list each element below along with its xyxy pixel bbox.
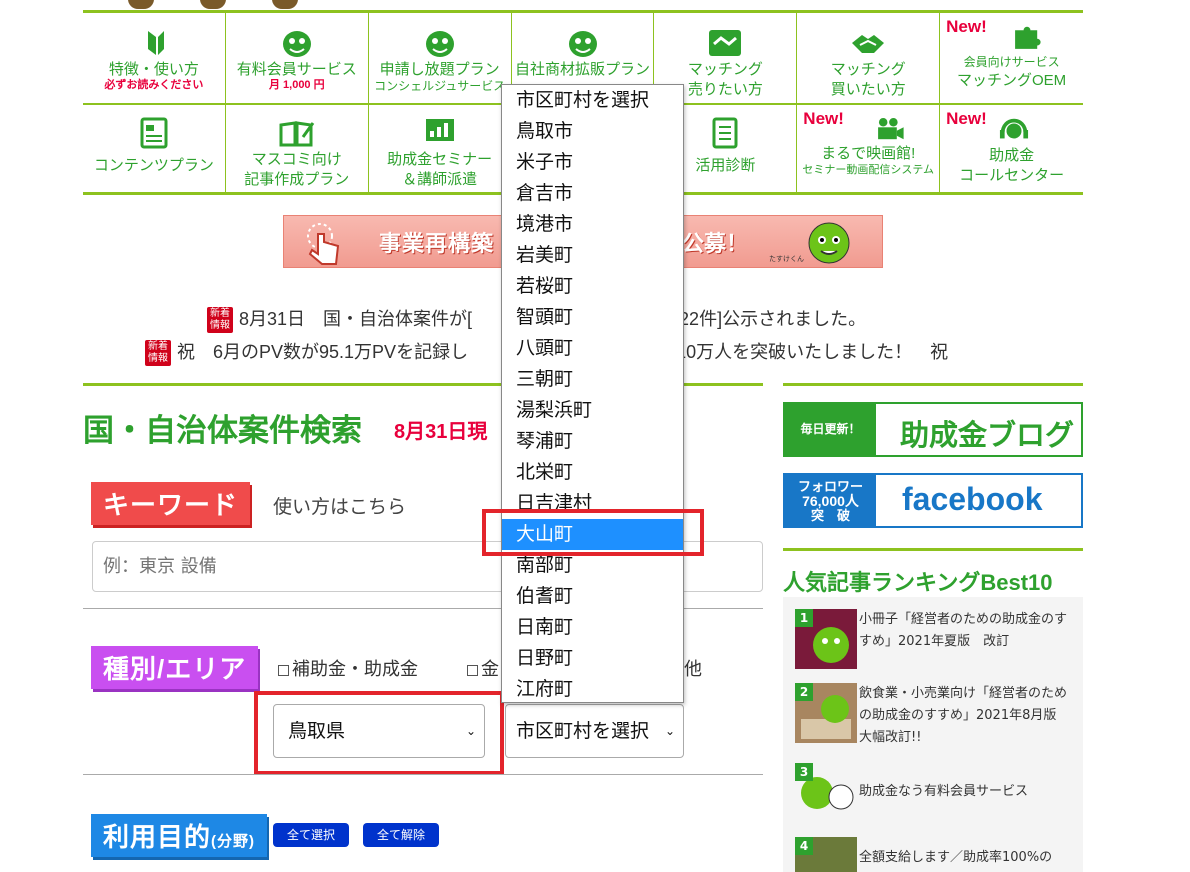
- dropdown-option[interactable]: 米子市: [502, 147, 683, 178]
- headset-icon: [1000, 118, 1029, 139]
- search-date: 8月31日現: [394, 421, 488, 443]
- nav-seminar[interactable]: 助成金セミナー ＆講師派遣: [369, 105, 512, 192]
- dropdown-option[interactable]: 日野町: [502, 643, 683, 674]
- municipality-select[interactable]: 市区町村を選択 ⌄: [505, 704, 684, 758]
- dropdown-option[interactable]: 境港市: [502, 209, 683, 240]
- leaf-icon: [147, 31, 164, 55]
- dropdown-option[interactable]: 八頭町: [502, 333, 683, 364]
- dropdown-option[interactable]: 琴浦町: [502, 426, 683, 457]
- page: 特徴・使い方 必ずお読みください 有料会員サービス 月 1,000 円 申請し放…: [0, 0, 1190, 872]
- new-badge: New!: [946, 17, 987, 36]
- search-title: 国・自治体案件検索: [83, 413, 362, 448]
- chevron-down-icon: ⌄: [664, 724, 675, 738]
- dropdown-option[interactable]: 市区町村を選択: [502, 85, 683, 116]
- nav-matching-oem[interactable]: New! 会員向けサービス マッチングOEM: [940, 13, 1083, 103]
- puzzle-icon: [1015, 26, 1041, 49]
- checkbox[interactable]: [278, 664, 289, 676]
- news-line-1[interactable]: 新着情報 8月31日 国・自治体案件が[案件が[22件]公示されました。: [207, 305, 1190, 334]
- handshake-icon: [852, 35, 885, 53]
- highlight-frame-prefecture: [254, 691, 504, 775]
- ranking-title: 人気記事ランキングBest10: [783, 570, 1053, 595]
- dropdown-option[interactable]: 鳥取市: [502, 116, 683, 147]
- banner-text-right: 公募！: [682, 231, 749, 256]
- sidebar-divider: [783, 548, 1083, 551]
- dropdown-option[interactable]: 若桜町: [502, 271, 683, 302]
- blog-link[interactable]: 毎日更新！ 助成金ブログ: [783, 402, 1083, 457]
- select-all-button[interactable]: 全て選択: [273, 823, 350, 847]
- nav-video-theater[interactable]: New! まるで映画館! セミナー動画配信システム: [797, 105, 941, 192]
- mascot-icon: [808, 222, 850, 264]
- nav-unlimited-plan[interactable]: 申請し放題プラン コンシェルジュサービス: [369, 13, 512, 103]
- new-info-badge: 新着情報: [145, 340, 171, 367]
- nav-features[interactable]: 特徴・使い方 必ずお読みください: [83, 13, 226, 103]
- handshake-icon: [709, 30, 742, 56]
- checklist-icon: [712, 117, 738, 149]
- video-camera-icon: [878, 117, 904, 140]
- document-icon: [140, 117, 168, 149]
- nav-media-article-plan[interactable]: マスコミ向け 記事作成プラン: [226, 105, 369, 192]
- ranking-list: 1 小冊子「経営者のための助成金のすすめ」2021年夏版 改訂 2 飲食業・小売…: [783, 597, 1083, 872]
- mascot-icon: [568, 31, 597, 57]
- purpose-label: 利用目的(分野): [91, 814, 268, 857]
- dropdown-option[interactable]: 倉吉市: [502, 178, 683, 209]
- new-badge: New!: [946, 109, 987, 128]
- mascot-icon: [425, 31, 454, 57]
- top-header-strip: [83, 0, 1083, 13]
- nav-matching-buy[interactable]: マッチング 買いたい方: [797, 13, 941, 103]
- nav-call-center[interactable]: New! 助成金 コールセンター: [940, 105, 1083, 192]
- new-badge: New!: [803, 109, 844, 128]
- mascot-icon: [282, 31, 311, 57]
- highlight-frame-selected-option: [482, 509, 704, 556]
- dropdown-option[interactable]: 岩美町: [502, 240, 683, 271]
- sidebar-divider: [783, 383, 1083, 386]
- book-pen-icon: [279, 121, 315, 147]
- new-info-badge: 新着情報: [207, 307, 233, 334]
- area-label: 種別/エリア: [91, 646, 259, 689]
- nav-contents-plan[interactable]: コンテンツプラン: [83, 105, 226, 192]
- dropdown-option[interactable]: 江府町: [502, 674, 683, 705]
- dropdown-option[interactable]: 北栄町: [502, 457, 683, 488]
- dropdown-option[interactable]: 日南町: [502, 612, 683, 643]
- keyword-label: キーワード: [91, 482, 251, 525]
- check-other-2: 他: [684, 659, 702, 680]
- hand-tap-icon: [307, 223, 340, 265]
- banner-mascot-name: たすけくん: [769, 255, 804, 263]
- nav-paid-member[interactable]: 有料会員サービス 月 1,000 円: [226, 13, 369, 103]
- header-logo: [128, 0, 378, 9]
- howto-link[interactable]: 使い方はこちら: [273, 492, 406, 519]
- facebook-link[interactable]: フォロワー 76,000人突 破 facebook: [783, 473, 1083, 528]
- check-subsidy[interactable]: 補助金・助成金: [278, 655, 418, 681]
- checkbox[interactable]: [467, 664, 478, 676]
- clear-all-button[interactable]: 全て解除: [363, 823, 440, 847]
- dropdown-option[interactable]: 智頭町: [502, 302, 683, 333]
- dropdown-option[interactable]: 湯梨浜町: [502, 395, 683, 426]
- dropdown-option[interactable]: 三朝町: [502, 364, 683, 395]
- check-other-1[interactable]: 金: [467, 655, 499, 681]
- dropdown-option[interactable]: 伯耆町: [502, 581, 683, 612]
- presentation-icon: [425, 119, 454, 141]
- banner-text-left: 事業再構築: [379, 231, 495, 256]
- municipality-dropdown-list[interactable]: 市区町村を選択 鳥取市 米子市 倉吉市 境港市 岩美町 若桜町 智頭町 八頭町 三朝町 湯梨浜町 琴浦…: [501, 84, 684, 703]
- divider: [83, 774, 763, 775]
